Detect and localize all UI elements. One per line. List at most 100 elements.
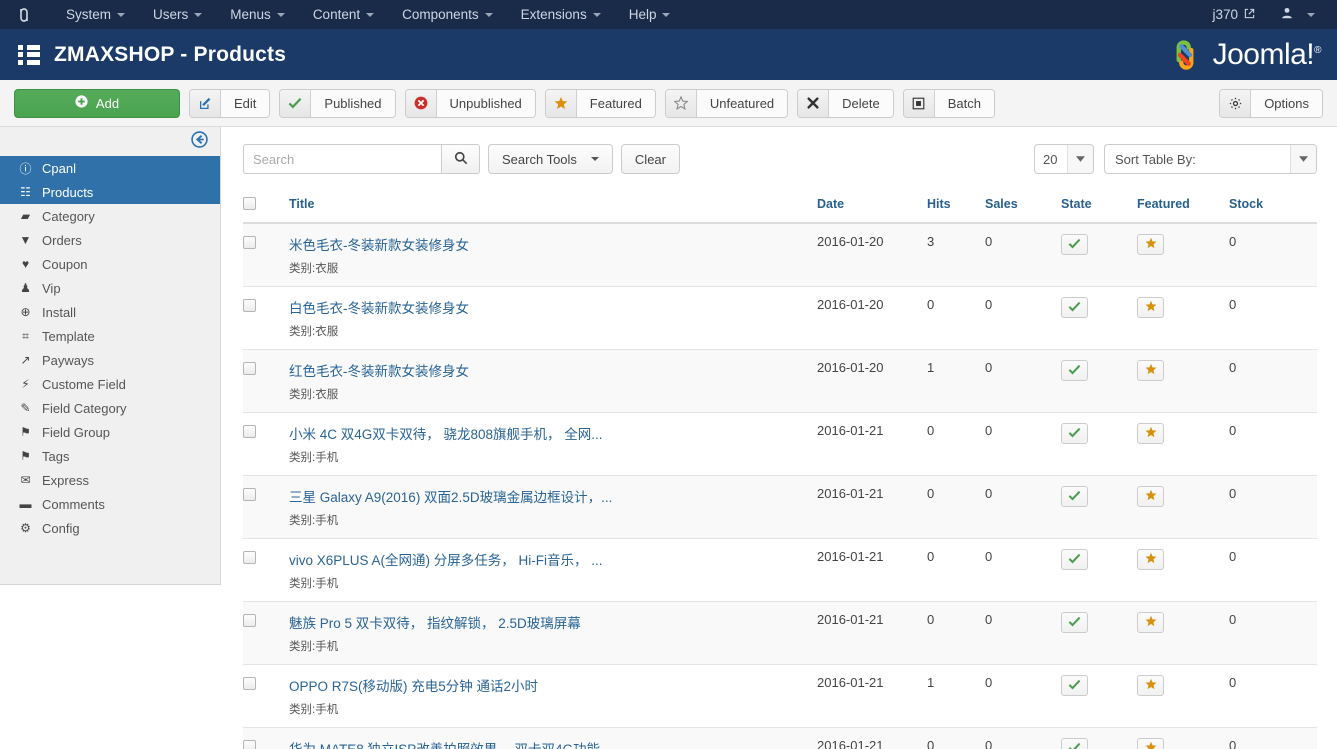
sidebar-item-category[interactable]: ▰ Category bbox=[0, 204, 220, 228]
sidebar-item-comments[interactable]: ▬ Comments bbox=[0, 492, 220, 516]
search-tools-button[interactable]: Search Tools bbox=[488, 144, 613, 174]
state-toggle-button[interactable] bbox=[1061, 297, 1088, 318]
sidebar-item-label: Field Category bbox=[42, 400, 127, 416]
row-checkbox[interactable] bbox=[243, 740, 256, 749]
bolt-icon: ⚡ bbox=[21, 377, 30, 391]
product-title-link[interactable]: OPPO R7S(移动版) 充电5分钟 通话2小时 bbox=[289, 675, 538, 695]
clear-button[interactable]: Clear bbox=[620, 144, 680, 174]
state-toggle-button[interactable] bbox=[1061, 360, 1088, 381]
product-title-link[interactable]: vivo X6PLUS A(全网通) 分屏多任务， Hi-Fi音乐， ... bbox=[289, 549, 603, 569]
sidebar-header bbox=[0, 127, 220, 156]
row-checkbox[interactable] bbox=[243, 425, 256, 438]
delete-button[interactable]: Delete bbox=[797, 88, 894, 118]
sidebar-item-tags[interactable]: ⚑ Tags bbox=[0, 444, 220, 468]
sidebar-item-field-group[interactable]: ⚑ Field Group bbox=[0, 420, 220, 444]
featured-toggle-button[interactable] bbox=[1137, 360, 1164, 381]
row-checkbox[interactable] bbox=[243, 614, 256, 627]
sidebar-item-field-category[interactable]: ✎ Field Category bbox=[0, 396, 220, 420]
column-header-state[interactable]: State bbox=[1061, 189, 1137, 224]
featured-toggle-button[interactable] bbox=[1137, 549, 1164, 570]
unpublished-button[interactable]: Unpublished bbox=[404, 88, 536, 118]
product-title-link[interactable]: 白色毛衣-冬装新款女装修身女 bbox=[289, 297, 469, 317]
plus-circle-icon bbox=[75, 95, 88, 111]
joomla-mark-icon[interactable] bbox=[14, 5, 34, 25]
edit-button[interactable]: Edit bbox=[189, 88, 271, 118]
featured-toggle-button[interactable] bbox=[1137, 486, 1164, 507]
featured-toggle-button[interactable] bbox=[1137, 738, 1164, 749]
collapse-left-icon[interactable] bbox=[191, 131, 208, 152]
row-checkbox[interactable] bbox=[243, 551, 256, 564]
state-toggle-button[interactable] bbox=[1061, 612, 1088, 633]
sidebar-item-payways[interactable]: ↗ Payways bbox=[0, 348, 220, 372]
sidebar-item-template[interactable]: ⌗ Template bbox=[0, 324, 220, 348]
sidebar-item-coupon[interactable]: ♥ Coupon bbox=[0, 252, 220, 276]
sidebar-item-label: Express bbox=[42, 472, 89, 488]
add-button[interactable]: Add bbox=[14, 88, 180, 118]
column-header-featured[interactable]: Featured bbox=[1137, 189, 1229, 224]
row-title-cell: 三星 Galaxy A9(2016) 双面2.5D玻璃金属边框设计，... 类别:… bbox=[289, 475, 817, 539]
sort-table-select[interactable]: Sort Table By: bbox=[1104, 144, 1317, 174]
row-featured-cell bbox=[1137, 412, 1229, 476]
sidebar-item-config[interactable]: ⚙ Config bbox=[0, 516, 220, 540]
sidebar-item-install[interactable]: ⊕ Install bbox=[0, 300, 220, 324]
sidebar-item-express[interactable]: ✉ Express bbox=[0, 468, 220, 492]
row-checkbox[interactable] bbox=[243, 362, 256, 375]
row-hits-cell: 0 bbox=[927, 538, 985, 602]
product-title-link[interactable]: 小米 4C 双4G双卡双待， 骁龙808旗舰手机， 全网... bbox=[289, 423, 603, 443]
row-checkbox[interactable] bbox=[243, 488, 256, 501]
sidebar-item-vip[interactable]: ♟ Vip bbox=[0, 276, 220, 300]
search-input[interactable] bbox=[243, 144, 441, 174]
menu-item-content[interactable]: Content bbox=[299, 2, 388, 27]
featured-button[interactable]: Featured bbox=[544, 88, 656, 118]
batch-button[interactable]: Batch bbox=[902, 88, 995, 118]
row-checkbox[interactable] bbox=[243, 299, 256, 312]
sidebar-item-cpanl[interactable]: ⓘ Cpanl bbox=[0, 156, 220, 180]
featured-toggle-button[interactable] bbox=[1137, 675, 1164, 696]
add-button-label: Add bbox=[95, 95, 120, 111]
featured-toggle-button[interactable] bbox=[1137, 423, 1164, 444]
menu-item-menus[interactable]: Menus bbox=[216, 2, 299, 27]
preview-site-link[interactable]: j370 bbox=[1202, 2, 1265, 27]
product-title-link[interactable]: 华为 MATE8 独立ISP改善拍照效果， 双卡双4G功能... bbox=[289, 738, 611, 749]
product-title-link[interactable]: 红色毛衣-冬装新款女装修身女 bbox=[289, 360, 469, 380]
state-toggle-button[interactable] bbox=[1061, 738, 1088, 749]
featured-toggle-button[interactable] bbox=[1137, 297, 1164, 318]
check-icon bbox=[1068, 490, 1081, 504]
product-title-link[interactable]: 三星 Galaxy A9(2016) 双面2.5D玻璃金属边框设计，... bbox=[289, 486, 612, 506]
menu-item-help[interactable]: Help bbox=[615, 2, 685, 27]
state-toggle-button[interactable] bbox=[1061, 234, 1088, 255]
sidebar-item-label: Field Group bbox=[42, 424, 110, 440]
column-header-hits[interactable]: Hits bbox=[927, 189, 985, 224]
menu-item-system[interactable]: System bbox=[52, 2, 139, 27]
chevron-down-icon bbox=[194, 12, 203, 17]
column-header-title[interactable]: Title bbox=[289, 189, 817, 224]
menu-item-extensions[interactable]: Extensions bbox=[507, 2, 615, 27]
product-title-link[interactable]: 魅族 Pro 5 双卡双待， 指纹解锁， 2.5D玻璃屏幕 bbox=[289, 612, 581, 632]
user-menu-button[interactable] bbox=[1269, 2, 1327, 27]
sidebar-item-orders[interactable]: ▼ Orders bbox=[0, 228, 220, 252]
list-limit-select[interactable]: 20 bbox=[1034, 144, 1094, 174]
menu-item-users[interactable]: Users bbox=[139, 2, 216, 27]
options-button[interactable]: Options bbox=[1219, 88, 1323, 118]
row-checkbox[interactable] bbox=[243, 236, 256, 249]
menu-item-components[interactable]: Components bbox=[388, 2, 507, 27]
state-toggle-button[interactable] bbox=[1061, 675, 1088, 696]
search-button[interactable] bbox=[441, 144, 480, 174]
column-header-sales[interactable]: Sales bbox=[985, 189, 1061, 224]
unfeatured-button-label: Unfeatured bbox=[696, 89, 788, 117]
featured-toggle-button[interactable] bbox=[1137, 612, 1164, 633]
sidebar-item-custome-field[interactable]: ⚡ Custome Field bbox=[0, 372, 220, 396]
column-header-stock[interactable]: Stock bbox=[1229, 189, 1317, 224]
state-toggle-button[interactable] bbox=[1061, 486, 1088, 507]
state-toggle-button[interactable] bbox=[1061, 549, 1088, 570]
state-toggle-button[interactable] bbox=[1061, 423, 1088, 444]
sidebar-item-products[interactable]: ☷ Products bbox=[0, 180, 220, 204]
select-all-checkbox[interactable] bbox=[243, 197, 256, 210]
featured-toggle-button[interactable] bbox=[1137, 234, 1164, 255]
external-link-icon bbox=[1244, 7, 1255, 22]
unfeatured-button[interactable]: Unfeatured bbox=[664, 88, 789, 118]
product-title-link[interactable]: 米色毛衣-冬装新款女装修身女 bbox=[289, 234, 469, 254]
published-button[interactable]: Published bbox=[279, 88, 396, 118]
row-checkbox[interactable] bbox=[243, 677, 256, 690]
column-header-date[interactable]: Date bbox=[817, 189, 927, 224]
